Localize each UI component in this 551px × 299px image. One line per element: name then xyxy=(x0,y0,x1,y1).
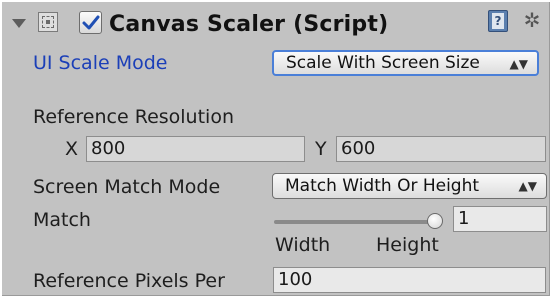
foldout-triangle-icon[interactable] xyxy=(12,19,26,28)
gear-icon[interactable]: ✲ xyxy=(520,7,544,33)
reference-pixels-per-unit-field[interactable]: 100 xyxy=(273,267,546,293)
reference-resolution-y-field[interactable]: 600 xyxy=(336,136,546,162)
match-label: Match xyxy=(33,209,91,231)
checkmark-icon xyxy=(82,15,100,30)
help-book-icon[interactable]: ? xyxy=(488,10,508,32)
ui-scale-mode-dropdown[interactable]: Scale With Screen Size ▲▼ xyxy=(272,50,539,76)
ui-scale-mode-value: Scale With Screen Size xyxy=(286,53,480,73)
match-value-field[interactable]: 1 xyxy=(453,206,547,232)
match-slider-track[interactable] xyxy=(274,220,440,224)
y-label: Y xyxy=(315,138,327,160)
dropdown-arrows-icon: ▲▼ xyxy=(518,179,537,193)
screen-match-mode-dropdown[interactable]: Match Width Or Height ▲▼ xyxy=(272,173,547,199)
reference-resolution-x-field[interactable]: 800 xyxy=(86,136,305,162)
enabled-checkbox[interactable] xyxy=(79,11,102,34)
screen-match-mode-label: Screen Match Mode xyxy=(33,176,221,198)
canvas-scaler-component-icon xyxy=(38,12,58,32)
canvas-scaler-inspector: Canvas Scaler (Script) ? ✲ UI Scale Mode… xyxy=(2,2,550,296)
screen-match-mode-value: Match Width Or Height xyxy=(285,176,480,196)
reference-pixels-per-unit-label: Reference Pixels Per xyxy=(33,270,225,292)
x-label: X xyxy=(65,138,79,160)
match-height-caption: Height xyxy=(376,234,439,256)
dropdown-arrows-icon: ▲▼ xyxy=(509,57,528,71)
ui-scale-mode-label: UI Scale Mode xyxy=(33,52,168,74)
component-title: Canvas Scaler (Script) xyxy=(109,12,389,37)
reference-resolution-label: Reference Resolution xyxy=(33,106,234,128)
component-header: Canvas Scaler (Script) ? ✲ xyxy=(2,2,549,44)
match-slider-thumb[interactable] xyxy=(427,213,443,229)
match-width-caption: Width xyxy=(275,234,331,256)
